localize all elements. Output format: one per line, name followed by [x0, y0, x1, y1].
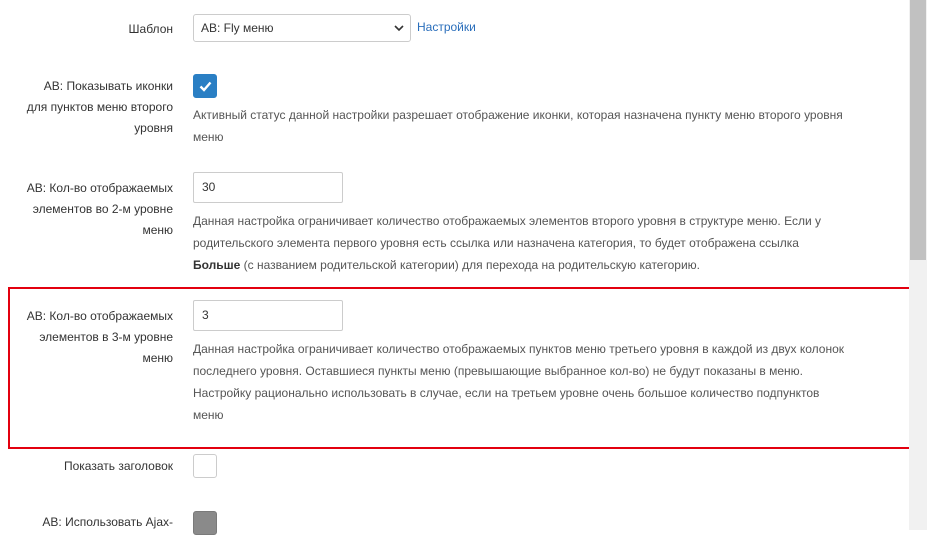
chevron-down-icon [394, 25, 404, 32]
show-icons-help: Активный статус данной настройки разреша… [193, 108, 843, 144]
level2-help: Данная настройка ограничивает количество… [193, 214, 821, 272]
level3-help: Данная настройка ограничивает количество… [193, 342, 845, 422]
checkmark-icon [199, 81, 212, 92]
show-icons-label: AB: Показывать иконки для пунктов меню в… [26, 79, 173, 135]
ajax-checkbox[interactable] [193, 511, 217, 535]
template-select-value: AB: Fly меню [201, 21, 274, 35]
level2-count-input[interactable]: 30 [193, 172, 343, 203]
level3-label: AB: Кол-во отображаемых элементов в 3-м … [26, 309, 173, 365]
show-title-checkbox[interactable] [193, 454, 217, 478]
scrollbar-thumb[interactable] [910, 0, 926, 260]
show-title-label: Показать заголовок [63, 459, 173, 473]
settings-link[interactable]: Настройки [417, 18, 476, 36]
scrollbar[interactable] [909, 0, 927, 530]
template-select[interactable]: AB: Fly меню [193, 14, 411, 42]
level2-label: AB: Кол-во отображаемых элементов во 2-м… [26, 181, 173, 237]
help-bold-more: Больше [193, 258, 241, 272]
level3-count-input[interactable]: 3 [193, 300, 343, 331]
template-label: Шаблон [128, 22, 173, 36]
show-icons-checkbox[interactable] [193, 74, 217, 98]
